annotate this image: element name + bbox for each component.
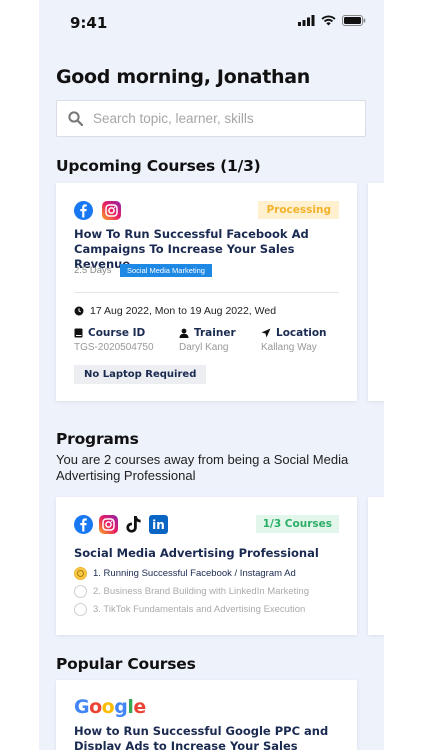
- user-icon: [179, 328, 189, 338]
- trainer-label: Trainer: [194, 327, 236, 339]
- program-card[interactable]: in 1/3 Courses Social Media Advertising …: [56, 497, 357, 635]
- linkedin-icon: in: [149, 515, 168, 534]
- course-duration: 2.5 Days: [74, 265, 112, 276]
- search-icon: [68, 111, 83, 126]
- next-program-card-peek[interactable]: [368, 497, 384, 635]
- course-id-label: Course ID: [88, 327, 146, 339]
- greeting-heading: Good morning, Jonathan: [56, 66, 310, 88]
- tiktok-icon: [124, 515, 143, 534]
- popular-courses-title: Popular Courses: [56, 655, 196, 673]
- facebook-icon: [74, 515, 93, 534]
- status-icons: [298, 15, 366, 26]
- empty-circle-icon: [74, 603, 87, 616]
- course-id-value: TGS-2020504750: [74, 342, 154, 353]
- empty-circle-icon: [74, 585, 87, 598]
- location-label: Location: [276, 327, 327, 339]
- course-date: 17 Aug 2022, Mon to 19 Aug 2022, Wed: [90, 305, 277, 317]
- location-value: Kallang Way: [261, 342, 317, 353]
- course-date-row: 17 Aug 2022, Mon to 19 Aug 2022, Wed: [74, 305, 276, 317]
- popular-course-title: How to Run Successful Google PPC and Dis…: [74, 724, 329, 750]
- programs-subtitle: You are 2 courses away from being a Soci…: [56, 452, 349, 483]
- program-progress-badge: 1/3 Courses: [255, 515, 339, 533]
- program-step-label: 1. Running Successful Facebook / Instagr…: [93, 568, 296, 579]
- facebook-icon: [74, 201, 93, 220]
- program-platform-icons: in: [74, 515, 168, 534]
- status-badge: Processing: [258, 201, 339, 219]
- book-icon: [74, 328, 83, 338]
- requirement-chip: No Laptop Required: [74, 365, 207, 384]
- platform-icons: [74, 201, 121, 220]
- program-step-label: 3. TikTok Fundamentals and Advertising E…: [93, 604, 306, 615]
- program-title: Social Media Advertising Professional: [74, 546, 319, 560]
- popular-course-card[interactable]: Google How to Run Successful Google PPC …: [56, 680, 357, 750]
- location-arrow-icon: [261, 328, 271, 338]
- category-tag: Social Media Marketing: [120, 264, 212, 277]
- search-bar[interactable]: [56, 100, 366, 137]
- google-logo: Google: [74, 696, 146, 718]
- program-step-1[interactable]: 1. Running Successful Facebook / Instagr…: [74, 567, 296, 580]
- trainer-block: Trainer Daryl Kang: [179, 327, 236, 353]
- upcoming-course-card[interactable]: Processing How To Run Successful Faceboo…: [56, 183, 357, 401]
- location-block: Location Kallang Way: [261, 327, 327, 353]
- app-screen: 9:41 Good morning, Jonathan Upcoming Cou…: [39, 0, 384, 750]
- signal-icon: [298, 15, 315, 26]
- instagram-icon: [99, 515, 118, 534]
- card-divider: [74, 292, 339, 293]
- program-step-2[interactable]: 2. Business Brand Building with LinkedIn…: [74, 585, 309, 598]
- programs-title: Programs: [56, 430, 139, 448]
- instagram-icon: [102, 201, 121, 220]
- search-input[interactable]: [93, 111, 333, 126]
- course-id-block: Course ID TGS-2020504750: [74, 327, 154, 353]
- trainer-value: Daryl Kang: [179, 342, 229, 353]
- wifi-icon: [321, 15, 336, 26]
- clock-icon: [74, 306, 84, 316]
- upcoming-courses-title: Upcoming Courses (1/3): [56, 157, 261, 175]
- battery-icon: [342, 15, 366, 26]
- status-time: 9:41: [70, 14, 108, 32]
- program-step-3[interactable]: 3. TikTok Fundamentals and Advertising E…: [74, 603, 305, 616]
- next-course-card-peek[interactable]: [368, 183, 384, 401]
- program-step-label: 2. Business Brand Building with LinkedIn…: [93, 586, 309, 597]
- medal-icon: [74, 567, 87, 580]
